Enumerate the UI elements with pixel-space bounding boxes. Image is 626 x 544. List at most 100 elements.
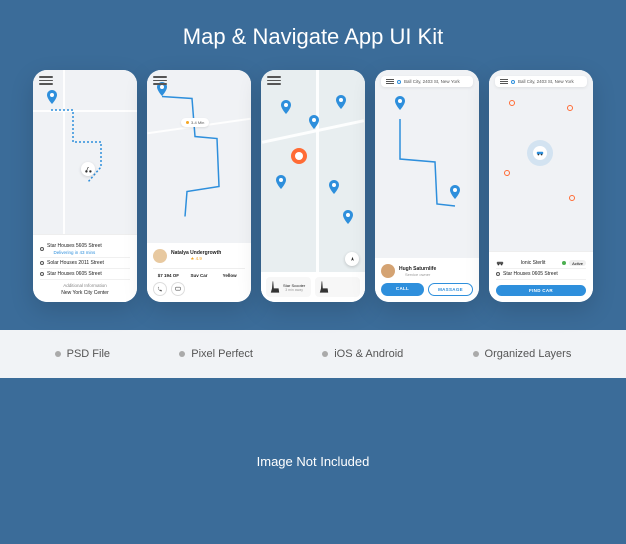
marker-icon <box>504 170 510 176</box>
car-icon <box>536 150 544 156</box>
page-title: Map & Navigate App UI Kit <box>20 24 606 50</box>
pin-icon[interactable] <box>276 175 286 189</box>
status-dot-icon <box>562 261 566 265</box>
driver-card: Hugh Saturnlife Service owner CALL MASSA… <box>375 258 479 302</box>
phone-screen-4: Ball City, 2403 St, New York Hugh Saturn… <box>375 70 479 302</box>
eta-chip: 3-4 Min <box>181 118 209 127</box>
feature-label: Pixel Perfect <box>191 348 253 360</box>
address-row[interactable]: Solar Houses 2011 Street <box>40 258 130 269</box>
origin-dot-icon <box>40 247 44 251</box>
user-location-icon <box>291 148 307 164</box>
address-row[interactable]: Star Houses 5605 Street Delivering in 43… <box>40 241 130 258</box>
features-bar: PSD File Pixel Perfect iOS & Android Org… <box>0 330 626 378</box>
location-dot-icon <box>511 80 515 84</box>
feature-item: iOS & Android <box>322 348 403 360</box>
address-row[interactable]: Star Houses 0605 Street <box>496 269 586 280</box>
avatar <box>153 249 167 263</box>
rating: ★ 4.9 <box>171 256 221 262</box>
menu-icon[interactable] <box>386 79 394 84</box>
scooter-option[interactable] <box>315 277 360 297</box>
call-icon[interactable] <box>153 282 167 296</box>
call-button[interactable]: CALL <box>381 283 424 296</box>
marker-icon <box>509 100 515 106</box>
dest-dot-icon <box>40 272 44 276</box>
map-4[interactable]: Ball City, 2403 St, New York <box>375 70 479 258</box>
map-3[interactable]: Star Scooter 3 min away <box>261 70 365 302</box>
phone-screen-2: 3-4 Min Natalya Undergrowth ★ 4.9 $7 194… <box>147 70 251 302</box>
dest-dot-icon <box>496 272 500 276</box>
bullet-icon <box>473 351 479 357</box>
marker-icon <box>569 195 575 201</box>
phone-screen-3: Star Scooter 3 min away <box>261 70 365 302</box>
stat-value: Suv Car <box>184 273 215 278</box>
footer-text: Image Not Included <box>257 454 370 469</box>
stat-value: Yellow <box>214 273 245 278</box>
footer: Image Not Included <box>0 378 626 544</box>
feature-item: Pixel Perfect <box>179 348 253 360</box>
map-2[interactable]: 3-4 Min <box>147 70 251 243</box>
car-row[interactable]: Ionic Sterlit Active <box>496 258 586 269</box>
menu-icon[interactable] <box>500 79 508 84</box>
search-text: Ball City, 2403 St, New York <box>518 79 574 84</box>
car-name: Ionic Sterlit <box>507 260 559 266</box>
pin-icon[interactable] <box>329 180 339 194</box>
bullet-icon <box>55 351 61 357</box>
bullet-icon <box>179 351 185 357</box>
search-bar[interactable]: Ball City, 2403 St, New York <box>495 76 587 87</box>
phone-screen-1: Star Houses 5605 Street Delivering in 43… <box>33 70 137 302</box>
menu-icon[interactable] <box>153 76 167 86</box>
address-row[interactable]: Star Houses 0605 Street <box>40 269 130 280</box>
compass-button[interactable] <box>345 252 359 266</box>
find-car-button[interactable]: FIND CAR <box>496 285 586 296</box>
bullet-icon <box>322 351 328 357</box>
scooter-option[interactable]: Star Scooter 3 min away <box>266 277 311 297</box>
address-card: Star Houses 5605 Street Delivering in 43… <box>33 234 137 302</box>
address-text: Solar Houses 2011 Street <box>47 260 104 266</box>
delivery-text: Delivering in 43 mins <box>47 250 102 255</box>
eta-text: 3-4 Min <box>191 120 204 125</box>
menu-icon[interactable] <box>267 76 281 86</box>
find-card: Ionic Sterlit Active Star Houses 0605 St… <box>489 251 593 302</box>
chat-icon[interactable] <box>171 282 185 296</box>
driver-name: Hugh Saturnlife <box>399 266 436 272</box>
driver-card: Natalya Undergrowth ★ 4.9 $7 194 OF Suv … <box>147 243 251 302</box>
feature-label: Organized Layers <box>485 348 572 360</box>
menu-icon[interactable] <box>39 76 53 86</box>
avatar <box>381 264 395 278</box>
address-text: Star Houses 0605 Street <box>503 271 558 277</box>
feature-label: iOS & Android <box>334 348 403 360</box>
search-text: Ball City, 2403 St, New York <box>404 79 460 84</box>
search-bar[interactable]: Ball City, 2403 St, New York <box>381 76 473 87</box>
message-button[interactable]: MASSAGE <box>428 283 473 296</box>
status-badge: Active <box>569 260 586 266</box>
pin-icon[interactable] <box>309 115 319 129</box>
stat-value: $7 194 OF <box>153 273 184 278</box>
additional-label: Additional Information <box>40 283 130 288</box>
waypoint-dot-icon <box>40 261 44 265</box>
phone-screen-5: Ball City, 2403 St, New York Ionic Sterl… <box>489 70 593 302</box>
hero-section: Map & Navigate App UI Kit <box>0 0 626 330</box>
car-marker <box>527 140 553 166</box>
stats-row: $7 194 OF Suv Car Yellow <box>153 268 245 278</box>
address-text: Star Houses 0605 Street <box>47 271 102 277</box>
feature-item: PSD File <box>55 348 110 360</box>
address-text: Star Houses 5605 Street <box>47 243 102 249</box>
scooter-icon <box>318 280 330 294</box>
driver-role: Service owner <box>399 272 436 277</box>
pin-icon <box>395 96 405 110</box>
scooter-picker: Star Scooter 3 min away <box>261 272 365 302</box>
feature-item: Organized Layers <box>473 348 572 360</box>
phone-row: Star Houses 5605 Street Delivering in 43… <box>20 70 606 302</box>
map-1[interactable] <box>33 70 137 234</box>
scooter-eta: 3 min away <box>283 288 305 292</box>
location-dot-icon <box>397 80 401 84</box>
map-5[interactable]: Ball City, 2403 St, New York <box>489 70 593 251</box>
scooter-marker-icon <box>81 162 95 176</box>
pin-icon[interactable] <box>343 210 353 224</box>
feature-label: PSD File <box>67 348 110 360</box>
pin-icon[interactable] <box>336 95 346 109</box>
marker-icon <box>567 105 573 111</box>
city-text: New York City Center <box>40 290 130 296</box>
pin-icon[interactable] <box>281 100 291 114</box>
pin-icon <box>47 90 57 104</box>
